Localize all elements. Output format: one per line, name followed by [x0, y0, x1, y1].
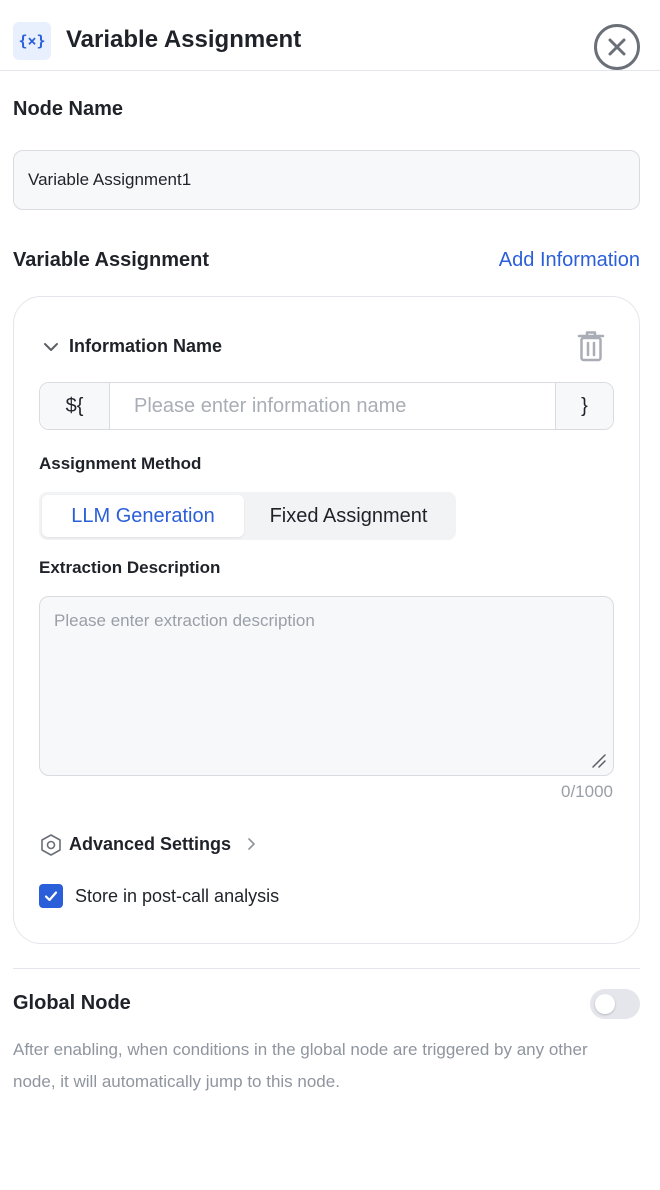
node-name-label: Node Name	[13, 98, 124, 120]
extraction-description-label: Extraction Description	[39, 558, 221, 577]
settings-hexagon-icon	[41, 834, 61, 856]
add-information-link[interactable]: Add Information	[499, 246, 640, 274]
chevron-down-icon[interactable]	[41, 337, 61, 357]
extraction-description-input[interactable]	[39, 596, 614, 776]
assignment-method-switch: LLM Generation Fixed Assignment	[39, 492, 456, 540]
advanced-settings-toggle[interactable]: Advanced Settings	[69, 831, 231, 857]
variable-prefix: ${	[40, 383, 110, 429]
close-icon	[608, 38, 626, 56]
toggle-knob	[595, 994, 615, 1014]
variable-node-icon: {×}	[13, 22, 51, 60]
variable-assignment-label: Variable Assignment	[13, 249, 209, 271]
close-button[interactable]	[594, 24, 640, 70]
information-name-label: Information Name	[69, 336, 223, 356]
global-node-label: Global Node	[13, 992, 131, 1014]
panel-header: {×} Variable Assignment	[0, 0, 660, 71]
trash-icon[interactable]	[576, 330, 606, 362]
global-node-description: After enabling, when conditions in the g…	[13, 1040, 588, 1091]
store-analysis-label: Store in post-call analysis	[75, 886, 280, 906]
global-node-toggle[interactable]	[590, 989, 640, 1019]
variable-suffix: }	[555, 383, 613, 429]
method-llm-generation[interactable]: LLM Generation	[42, 495, 244, 537]
assignment-method-label: Assignment Method	[39, 454, 202, 473]
panel-title: Variable Assignment	[66, 26, 302, 53]
method-fixed-assignment[interactable]: Fixed Assignment	[244, 495, 453, 537]
chevron-right-icon[interactable]	[244, 836, 258, 852]
resize-grip-icon[interactable]	[590, 752, 606, 768]
section-divider	[13, 968, 640, 969]
node-name-input[interactable]	[13, 150, 640, 210]
store-analysis-checkbox[interactable]	[39, 884, 63, 908]
information-name-field: ${ }	[39, 382, 614, 430]
character-count: 0/1000	[561, 782, 613, 801]
information-name-input[interactable]	[110, 383, 555, 429]
check-icon	[44, 891, 58, 902]
